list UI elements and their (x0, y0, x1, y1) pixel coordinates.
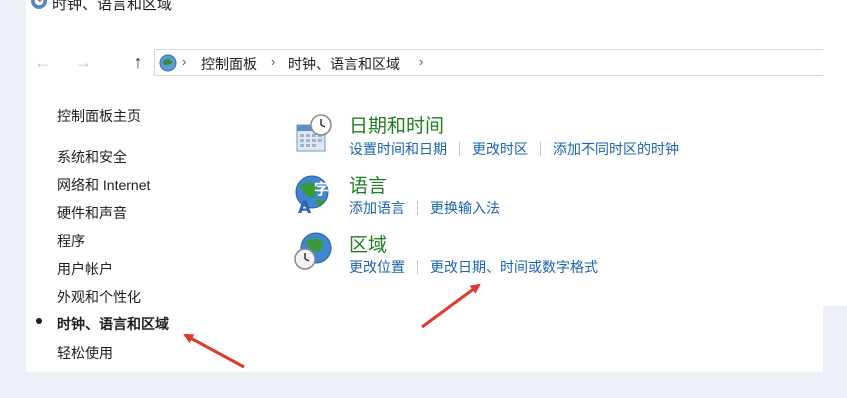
annotation-arrows (183, 283, 481, 369)
annotation-arrow-format-link (421, 283, 481, 329)
annotation-arrow-sidebar-item (183, 333, 245, 369)
